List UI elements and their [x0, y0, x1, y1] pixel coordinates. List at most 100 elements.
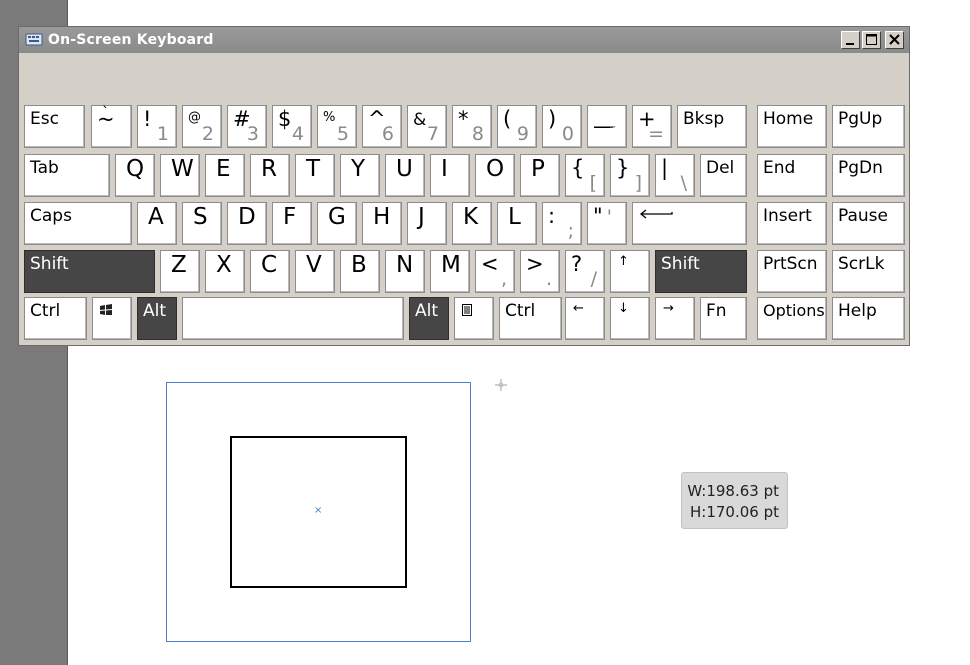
key-tab[interactable]: Tab [24, 154, 110, 197]
key-char: / [590, 268, 597, 290]
key-down-arrow[interactable]: ↓ [610, 297, 650, 340]
key-up-arrow[interactable]: ↑ [610, 250, 650, 293]
key-backspace[interactable]: Bksp [677, 105, 747, 148]
key-pgdn[interactable]: PgDn [832, 154, 905, 197]
key-enter[interactable] [632, 202, 747, 245]
key-label: Shift [30, 254, 69, 274]
key-h[interactable]: H [362, 202, 402, 245]
key-scrlk[interactable]: ScrLk [832, 250, 905, 293]
key-quote[interactable]: " ' [587, 202, 627, 245]
key-fn[interactable]: Fn [700, 297, 747, 340]
key-home[interactable]: Home [757, 105, 827, 148]
key-b[interactable]: B [340, 250, 380, 293]
key-t[interactable]: T [295, 154, 335, 197]
windows-logo-icon [100, 304, 112, 315]
enter-arrow-icon [639, 209, 673, 219]
key-f[interactable]: F [272, 202, 312, 245]
close-button[interactable] [885, 31, 904, 49]
key-comma[interactable]: <, [475, 250, 515, 293]
key-backslash[interactable]: | \ [655, 154, 695, 197]
key-g[interactable]: G [317, 202, 357, 245]
key-esc[interactable]: Esc [24, 105, 85, 148]
key-0[interactable]: ) 0 [542, 105, 582, 148]
key-l[interactable]: L [497, 202, 537, 245]
key-shift-char: ? [571, 252, 583, 276]
key-plus[interactable]: + = [632, 105, 672, 148]
key-left-ctrl[interactable]: Ctrl [24, 297, 87, 340]
key-right-alt[interactable]: Alt [409, 297, 449, 340]
key-left-alt[interactable]: Alt [137, 297, 177, 340]
key-label: Home [763, 109, 814, 129]
key-pgup[interactable]: PgUp [832, 105, 905, 148]
key-9[interactable]: (9 [497, 105, 537, 148]
key-char: ` [102, 105, 109, 121]
key-5[interactable]: % 5 [317, 105, 357, 148]
key-z[interactable]: Z [160, 250, 200, 293]
key-char: 0 [561, 123, 574, 145]
left-arrow-icon: ← [573, 301, 584, 316]
key-j[interactable]: J [407, 202, 447, 245]
key-a[interactable]: A [137, 202, 177, 245]
key-menu[interactable] [454, 297, 494, 340]
key-slash[interactable]: ? / [565, 250, 605, 293]
key-right-shift[interactable]: Shift [655, 250, 747, 293]
key-7[interactable]: & 7 [407, 105, 447, 148]
maximize-button[interactable] [862, 31, 881, 49]
key-q[interactable]: Q [115, 154, 155, 197]
key-y[interactable]: Y [340, 154, 380, 197]
key-m[interactable]: M [430, 250, 470, 293]
key-minus[interactable]: — - [587, 105, 627, 148]
key-n[interactable]: N [385, 250, 425, 293]
key-semicolon[interactable]: :; [542, 202, 582, 245]
key-del[interactable]: Del [700, 154, 747, 197]
key-char: ' [606, 206, 612, 228]
key-period[interactable]: >. [520, 250, 560, 293]
key-r[interactable]: R [250, 154, 290, 197]
key-options[interactable]: Options [757, 297, 827, 340]
key-1[interactable]: ! 1 [137, 105, 177, 148]
key-right-arrow[interactable]: → [655, 297, 695, 340]
key-insert[interactable]: Insert [757, 202, 827, 245]
key-label: C [261, 252, 278, 278]
key-6[interactable]: ^ 6 [362, 105, 402, 148]
up-arrow-icon: ↑ [618, 254, 629, 269]
key-u[interactable]: U [385, 154, 425, 197]
key-right-brace[interactable]: }] [610, 154, 650, 197]
key-w[interactable]: W [160, 154, 200, 197]
key-d[interactable]: D [227, 202, 267, 245]
key-x[interactable]: X [205, 250, 245, 293]
key-2[interactable]: @2 [182, 105, 222, 148]
key-s[interactable]: S [182, 202, 222, 245]
key-left-shift[interactable]: Shift [24, 250, 155, 293]
key-prtscn[interactable]: PrtScn [757, 250, 827, 293]
key-k[interactable]: K [452, 202, 492, 245]
key-4[interactable]: $4 [272, 105, 312, 148]
key-left-brace[interactable]: {[ [565, 154, 605, 197]
key-v[interactable]: V [295, 250, 335, 293]
key-left-arrow[interactable]: ← [565, 297, 605, 340]
key-tilde[interactable]: ~ ` [91, 105, 132, 148]
key-label: G [328, 204, 346, 230]
key-label: Help [838, 301, 877, 321]
key-space[interactable] [182, 297, 404, 340]
key-right-ctrl[interactable]: Ctrl [499, 297, 562, 340]
key-help[interactable]: Help [832, 297, 905, 340]
key-8[interactable]: * 8 [452, 105, 492, 148]
key-end[interactable]: End [757, 154, 827, 197]
key-i[interactable]: I [430, 154, 470, 197]
key-windows[interactable] [92, 297, 132, 340]
key-shift-char: % [323, 110, 336, 125]
key-p[interactable]: P [520, 154, 560, 197]
minimize-button[interactable] [841, 31, 860, 49]
key-e[interactable]: E [205, 154, 245, 197]
key-char: \ [680, 172, 687, 194]
key-label: Q [126, 156, 145, 182]
key-3[interactable]: #3 [227, 105, 267, 148]
key-caps[interactable]: Caps [24, 202, 132, 245]
key-label: Y [351, 156, 366, 182]
title-bar[interactable]: On-Screen Keyboard [19, 27, 909, 53]
key-char: = [648, 123, 664, 145]
key-pause[interactable]: Pause [832, 202, 905, 245]
key-c[interactable]: C [250, 250, 290, 293]
key-o[interactable]: O [475, 154, 515, 197]
